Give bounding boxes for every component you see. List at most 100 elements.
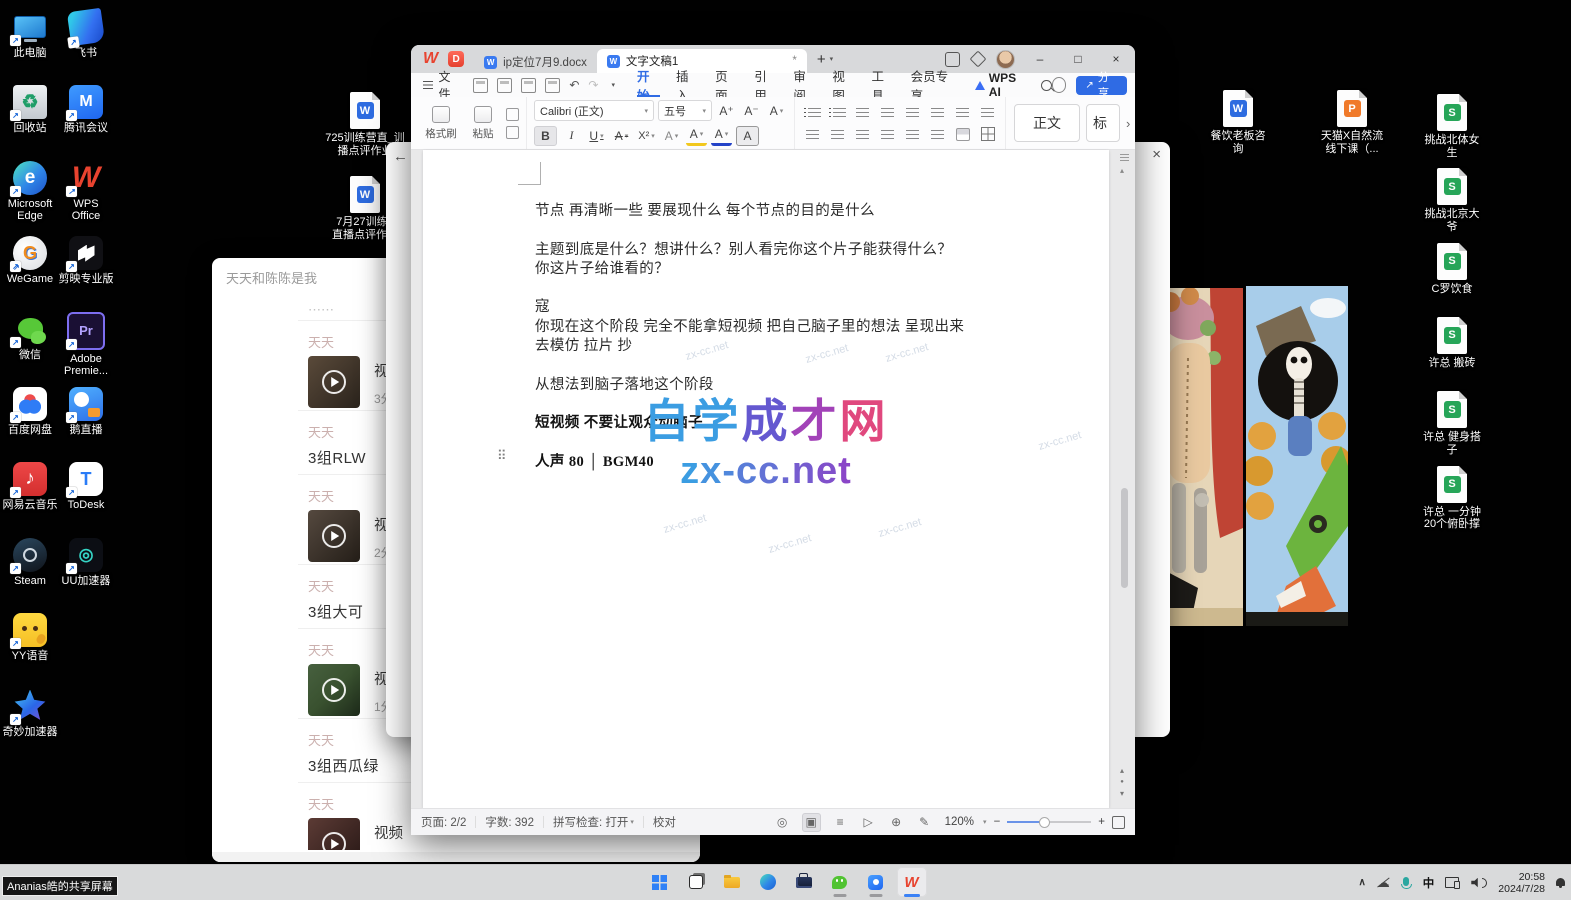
word-count[interactable]: 字数: 392 bbox=[485, 814, 534, 830]
ribbon-tab-插入[interactable]: 插入 bbox=[668, 73, 707, 97]
play-icon[interactable]: ▷ bbox=[860, 814, 877, 831]
ime-indicator[interactable]: 中 bbox=[1423, 875, 1435, 891]
shading-button[interactable] bbox=[952, 125, 973, 143]
wps-ai-button[interactable]: WPS AI bbox=[989, 71, 1029, 99]
spellcheck-status[interactable]: 拼写检查: 打开 bbox=[553, 814, 628, 830]
desktop-file-sheet-fuwocheng[interactable]: S许总 一分钟 20个俯卧撑 bbox=[1404, 466, 1500, 531]
outline-view-icon[interactable]: ≡ bbox=[832, 814, 849, 831]
desktop-file-sheet-tiaozhan-beiti[interactable]: S挑战北体女 生 bbox=[1404, 94, 1500, 159]
borders-button[interactable] bbox=[977, 125, 998, 143]
desktop-icon-jianying-pro[interactable]: ↗剪映专业版 bbox=[58, 236, 114, 311]
desktop-icon-todesk[interactable]: T↗ToDesk bbox=[58, 462, 114, 537]
ribbon-tab-页面[interactable]: 页面 bbox=[707, 73, 746, 97]
desktop-icon-microsoft-edge[interactable]: e↗Microsoft Edge bbox=[2, 161, 58, 236]
document-line[interactable]: 人声 80 │ BGM40 bbox=[535, 453, 1081, 472]
volume-icon[interactable] bbox=[1471, 878, 1487, 888]
desktop-icon-adobe-premiere[interactable]: Pr↗Adobe Premie... bbox=[58, 312, 114, 387]
tab-list-dropdown-icon[interactable]: ▾ bbox=[830, 55, 834, 63]
page-view-icon[interactable]: ▣ bbox=[802, 813, 821, 832]
document-line[interactable]: 去模仿 拉片 抄 bbox=[535, 337, 1081, 356]
next-page-icon[interactable]: ▾ bbox=[1120, 789, 1124, 798]
align-right-button[interactable] bbox=[852, 125, 873, 143]
document-line[interactable] bbox=[535, 434, 1081, 453]
video-thumbnail[interactable] bbox=[308, 818, 360, 850]
desktop-icon-steam[interactable]: ↗Steam bbox=[2, 538, 58, 613]
back-icon[interactable]: ← bbox=[393, 148, 408, 165]
paragraph-drag-handle-icon[interactable]: ⠿ bbox=[497, 448, 507, 464]
phonetic-guide-button[interactable]: A▾ bbox=[661, 127, 682, 145]
save-icon[interactable] bbox=[473, 78, 488, 93]
notification-bell-icon[interactable] bbox=[1556, 878, 1565, 888]
undo-icon[interactable]: ↶ bbox=[569, 78, 579, 92]
redo-icon[interactable]: ↷ bbox=[588, 78, 598, 92]
document-line[interactable] bbox=[535, 395, 1081, 414]
ribbon-tab-工具[interactable]: 工具 bbox=[864, 73, 903, 97]
desktop-icon-feishu[interactable]: ↗飞书 bbox=[58, 10, 114, 85]
search-icon[interactable] bbox=[1041, 80, 1052, 91]
user-avatar[interactable] bbox=[996, 50, 1015, 69]
document-line[interactable]: 主题到底是什么？想讲什么？别人看完你这个片子能获得什么？ bbox=[535, 241, 1081, 260]
docer-icon[interactable]: D bbox=[448, 51, 464, 67]
document-line[interactable]: 寇 bbox=[535, 298, 1081, 317]
zoom-in-button[interactable]: + bbox=[1098, 816, 1105, 828]
desktop-icon-wps-office[interactable]: W↗WPS Office bbox=[58, 161, 114, 236]
taskbar-start-icon[interactable] bbox=[645, 867, 675, 897]
close-icon[interactable]: × bbox=[1152, 146, 1161, 163]
justify-button[interactable] bbox=[877, 125, 898, 143]
ribbon-tab-引用[interactable]: 引用 bbox=[746, 73, 785, 97]
focus-mode-icon[interactable]: ◎ bbox=[774, 814, 791, 831]
desktop-file-sheet-banzhuan[interactable]: S许总 搬砖 bbox=[1404, 317, 1500, 370]
wps-ai-icon[interactable] bbox=[975, 81, 985, 90]
document-line[interactable] bbox=[535, 221, 1081, 240]
sort-button[interactable] bbox=[952, 103, 973, 121]
scroll-up-icon[interactable]: ▴ bbox=[1120, 166, 1124, 175]
grow-font-button[interactable]: A⁺ bbox=[716, 102, 737, 120]
scrollbar-thumb[interactable] bbox=[1121, 488, 1128, 588]
decrease-indent-button[interactable] bbox=[852, 103, 873, 121]
taskbar-file-explorer-icon[interactable] bbox=[717, 867, 747, 897]
document-line[interactable] bbox=[535, 279, 1081, 298]
taskbar-wps-icon[interactable]: W bbox=[897, 867, 927, 897]
edit-mode-icon[interactable]: ✎ bbox=[916, 814, 933, 831]
cloud-off-icon[interactable]: ☁ bbox=[1377, 876, 1390, 889]
font-color-button[interactable]: A▾ bbox=[711, 125, 732, 146]
desktop-icon-yy-voice[interactable]: ↗YY语音 bbox=[2, 613, 58, 688]
document-line[interactable]: 节点 再清晰一些 要展现什么 每个节点的目的是什么 bbox=[535, 202, 1081, 221]
increase-indent-button[interactable] bbox=[877, 103, 898, 121]
video-thumbnail[interactable] bbox=[308, 664, 360, 716]
desktop-icon-qimiao-booster[interactable]: ↗奇妙加速器 bbox=[2, 689, 58, 764]
document-line[interactable]: 你现在这个阶段 完全不能拿短视频 把自己脑子里的想法 呈现出来 bbox=[535, 318, 1081, 337]
document-text[interactable]: 节点 再清晰一些 要展现什么 每个节点的目的是什么 主题到底是什么？想讲什么？别… bbox=[535, 202, 1081, 472]
select-browse-object-icon[interactable]: ● bbox=[1120, 779, 1124, 785]
workspace-icon[interactable] bbox=[970, 51, 987, 68]
strikethrough-button[interactable]: A▾ bbox=[611, 127, 632, 145]
desktop-file-doc-canyin[interactable]: W餐饮老板咨 询 bbox=[1192, 90, 1284, 155]
zoom-out-button[interactable]: − bbox=[994, 816, 1001, 828]
desktop-file-sheet-jianshen[interactable]: S许总 健身搭 子 bbox=[1404, 391, 1500, 456]
character-border-button[interactable]: A bbox=[736, 126, 759, 146]
web-view-icon[interactable]: ⊕ bbox=[888, 814, 905, 831]
line-spacing-button[interactable] bbox=[927, 125, 948, 143]
zoom-slider[interactable] bbox=[1007, 821, 1091, 823]
show-marks-button[interactable] bbox=[977, 103, 998, 121]
paste-button[interactable]: 粘贴 bbox=[464, 106, 502, 141]
preview-icon[interactable] bbox=[545, 78, 560, 93]
copy-icon[interactable] bbox=[506, 126, 519, 139]
page-indicator[interactable]: 页面: 2/2 bbox=[421, 814, 466, 830]
desktop-file-ppt-tianmao[interactable]: P天猫X自然流 线下课（... bbox=[1306, 90, 1398, 155]
align-center-button[interactable] bbox=[827, 125, 848, 143]
clock[interactable]: 20:58 2024/7/28 bbox=[1498, 871, 1545, 895]
document-line[interactable] bbox=[535, 356, 1081, 375]
font-size-select[interactable]: 五号▾ bbox=[658, 100, 712, 121]
fullscreen-icon[interactable] bbox=[1112, 816, 1125, 829]
ribbon-tab-会员专享[interactable]: 会员专享 bbox=[903, 73, 965, 97]
desktop-file-sheet-tiaozhan-daye[interactable]: S挑战北京大 爷 bbox=[1404, 168, 1500, 233]
taskbar-tencent-meeting-icon[interactable] bbox=[861, 867, 891, 897]
document-line[interactable]: 你这片子给谁看的？ bbox=[535, 260, 1081, 279]
share-button[interactable]: ↗ 分享 bbox=[1076, 76, 1127, 95]
video-thumbnail[interactable] bbox=[308, 356, 360, 408]
hamburger-menu-icon[interactable] bbox=[423, 81, 433, 89]
desktop-icon-wechat[interactable]: ↗微信 bbox=[2, 312, 58, 387]
desktop-icon-baidu-netdisk[interactable]: ↗百度网盘 bbox=[2, 387, 58, 462]
desktop-icon-tencent-meeting[interactable]: M↗腾讯会议 bbox=[58, 85, 114, 160]
